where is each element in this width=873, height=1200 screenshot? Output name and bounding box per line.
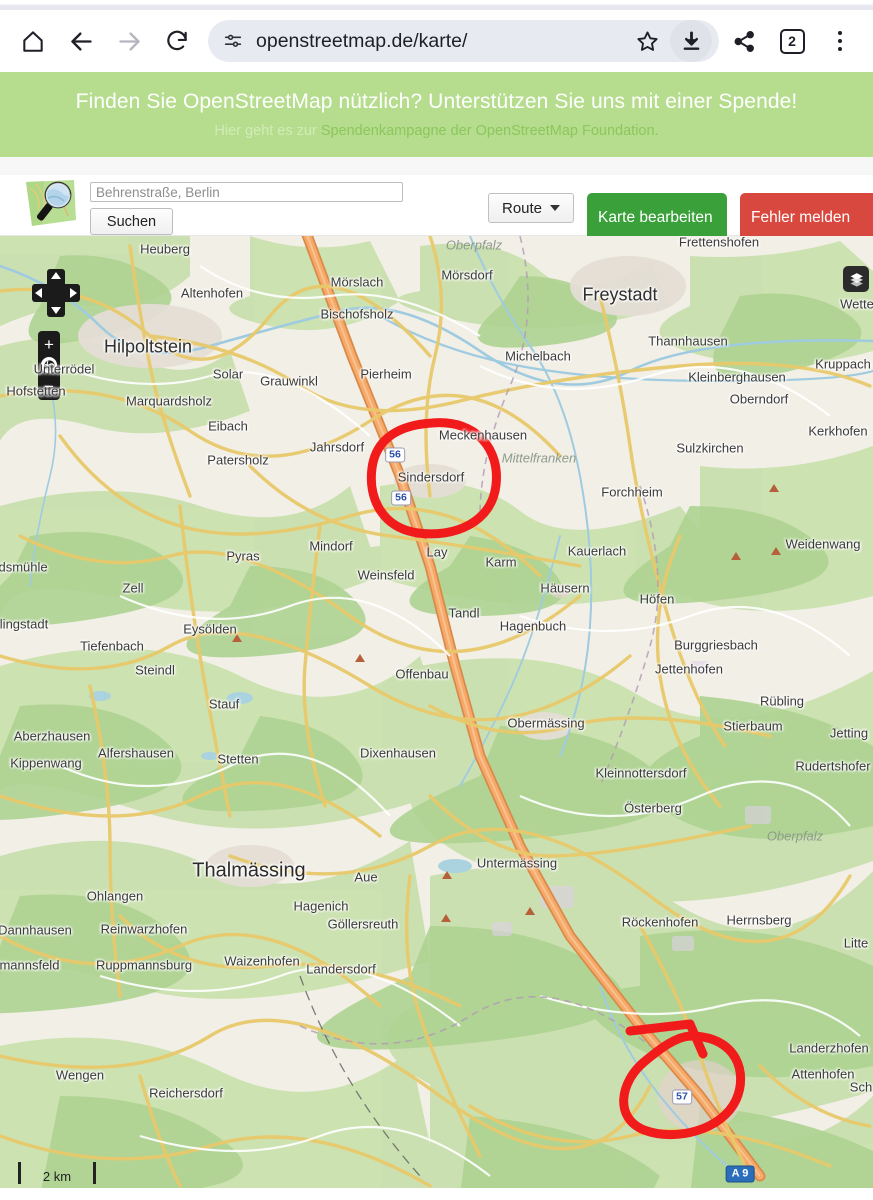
scale-bar: 2 km [18,1162,96,1185]
search-button[interactable]: Suchen [90,208,173,236]
peak-icon [525,907,535,916]
peak-icon [441,914,451,923]
peak-icon [731,552,741,561]
address-bar[interactable]: openstreetmap.de/karte/ [208,20,719,62]
chevron-down-icon [550,205,561,212]
pan-control[interactable] [32,269,80,318]
pan-right-arrow[interactable] [70,288,77,299]
search-block: Suchen [90,175,403,236]
peak-icon [442,871,452,880]
route-button-label: Route [502,199,543,217]
pan-down-arrow[interactable] [51,307,61,315]
browser-toolbar: openstreetmap.de/karte/ 2 [0,10,873,72]
peak-icon [355,654,365,663]
search-input[interactable] [90,182,403,203]
donation-sub-prefix: Hier geht es zur [214,123,321,140]
pan-left-arrow[interactable] [35,288,42,299]
donation-headline: Finden Sie OpenStreetMap nützlich? Unter… [75,90,798,113]
donation-banner: Finden Sie OpenStreetMap nützlich? Unter… [0,72,873,158]
banner-spacer [0,157,873,176]
home-icon[interactable] [10,18,56,64]
peak-icon [769,484,779,493]
map-tiles [0,236,873,1189]
url-text: openstreetmap.de/karte/ [256,29,468,52]
road-shield: 57 [672,1089,692,1105]
reload-icon[interactable] [154,18,200,64]
route-button[interactable]: Route [488,193,575,224]
share-icon[interactable] [721,18,767,64]
osm-toolbar: Suchen Route Karte bearbeiten Fehler mel… [0,175,873,244]
donation-subline: Hier geht es zur Spendenkampagne der Ope… [10,123,863,139]
openstreetmap-de-logo[interactable] [22,176,80,232]
forward-arrow-icon [106,18,152,64]
zoom-in-button[interactable]: + [38,335,60,353]
road-shield: 56 [385,447,405,463]
map-viewport[interactable]: + − ✈ ✈ 2 km [0,236,873,1189]
tab-strip-remnant [0,0,873,10]
peak-icon [771,547,781,556]
zoom-out-button[interactable]: − [38,377,60,395]
download-icon[interactable] [669,20,713,62]
donation-campaign-link[interactable]: Spendenkampagne der OpenStreetMap Founda… [321,123,659,139]
back-arrow-icon[interactable] [58,18,104,64]
peak-icon [232,634,242,643]
scale-label: 2 km [42,1169,72,1185]
road-shield: 56 [391,490,411,506]
kebab-menu-icon[interactable] [817,18,863,64]
site-settings-icon[interactable] [222,30,244,52]
layers-icon[interactable] [843,266,869,293]
tab-count-label: 2 [779,28,805,54]
pan-up-arrow[interactable] [51,272,61,280]
star-icon[interactable] [625,20,669,62]
zoom-control[interactable]: + − [38,331,60,401]
tab-count-icon[interactable]: 2 [769,18,815,64]
road-shield: A 9 [725,1165,755,1183]
locate-globe-icon[interactable] [38,356,60,374]
